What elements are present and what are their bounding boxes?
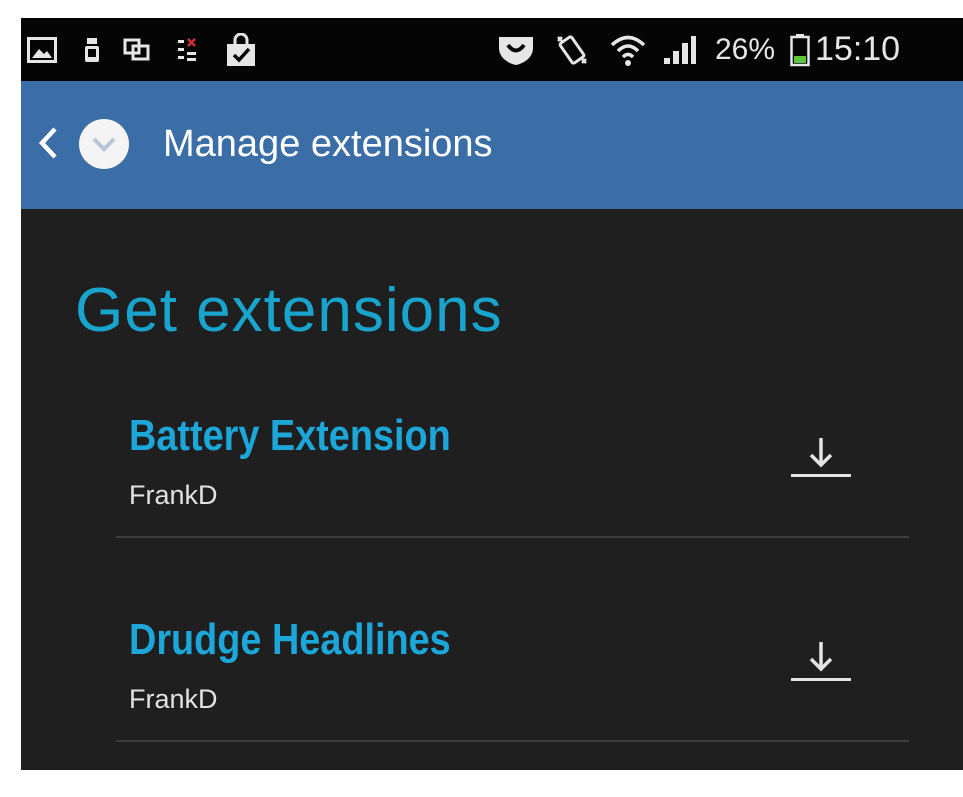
divider (116, 536, 909, 538)
vibrate-icon (550, 18, 594, 81)
extension-name: Battery Extension (129, 411, 451, 460)
extension-author: FrankD (129, 480, 218, 510)
list-item[interactable]: Drudge Headlines FrankD (116, 610, 909, 760)
shopping-bag-icon (221, 18, 261, 81)
battery-icon (787, 18, 813, 81)
app-clock-icon[interactable] (78, 118, 130, 170)
back-chevron-icon[interactable] (35, 121, 61, 165)
screen-mirror-icon (119, 18, 155, 81)
phone-icon (78, 18, 106, 81)
divider (116, 740, 909, 742)
download-icon[interactable] (786, 418, 856, 488)
extension-author: FrankD (129, 684, 218, 714)
action-bar: Manage extensions (21, 81, 963, 209)
clock: 15:10 (815, 30, 901, 68)
signal-icon (658, 18, 702, 81)
data-blocked-icon (172, 18, 202, 81)
app-screen: 26% 15:10 Manage extensions Get extensio… (21, 18, 963, 770)
extension-name: Drudge Headlines (129, 615, 451, 664)
battery-percent: 26% (714, 32, 776, 66)
list-item[interactable]: Battery Extension FrankD (116, 406, 909, 556)
toolbar-title: Manage extensions (163, 123, 493, 165)
image-icon (21, 18, 63, 81)
wifi-icon (608, 18, 648, 81)
section-title: Get extensions (75, 276, 503, 345)
shield-icon (493, 18, 539, 81)
status-bar: 26% 15:10 (21, 18, 963, 81)
download-icon[interactable] (786, 622, 856, 692)
